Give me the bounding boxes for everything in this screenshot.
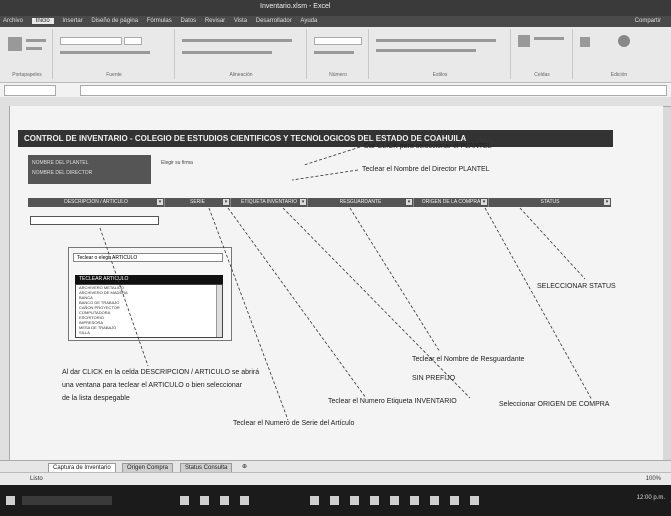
formula-input[interactable] [80, 85, 667, 96]
tab-archivo[interactable]: Archivo [3, 18, 23, 24]
taskbar-app-icon[interactable] [240, 496, 249, 505]
article-list-header: TECLEAR ARTICULO [75, 275, 223, 284]
status-bar: Listo 100% [0, 472, 671, 486]
title-bar: Inventario.xlsm - Excel [0, 0, 671, 16]
taskbar-app-icon[interactable] [180, 496, 189, 505]
taskbar-app-icon[interactable] [370, 496, 379, 505]
annotation-serie: Teclear el Numero de Serie del Artículo [233, 420, 355, 427]
tab-insertar[interactable]: Insertar [62, 18, 82, 24]
taskbar-app-icon[interactable] [470, 496, 479, 505]
insert-cells-icon[interactable] [518, 35, 530, 47]
zoom-level[interactable]: 100% [646, 476, 661, 482]
tab-revisar[interactable]: Revisar [205, 18, 225, 24]
font-name-select[interactable] [60, 37, 122, 45]
header-serie[interactable]: SERIE ▾ [165, 198, 231, 207]
formula-bar [0, 83, 671, 98]
annotation-director: Teclear el Nombre del Director PLANTEL [362, 166, 490, 173]
list-scrollbar[interactable] [216, 285, 222, 337]
annotation-etiqueta: Teclear el Numero Etiqueta INVENTARIO [328, 398, 457, 405]
taskbar-app-icon[interactable] [200, 496, 209, 505]
font-size-select[interactable] [124, 37, 142, 45]
group-numero: Número [308, 29, 369, 79]
tab-desarrollador[interactable]: Desarrollador [256, 18, 292, 24]
annotation-status: SELECCIONAR STATUS [537, 283, 616, 290]
filter-dropdown-icon[interactable]: ▾ [406, 199, 412, 205]
share-button[interactable]: Compartir [635, 18, 661, 24]
taskbar-app-icon[interactable] [430, 496, 439, 505]
annotation-descripcion-3: de la lista despegable [62, 395, 130, 402]
tab-vista[interactable]: Vista [234, 18, 247, 24]
tab-diseno[interactable]: Diseño de página [91, 18, 138, 24]
taskbar-app-icon[interactable] [350, 496, 359, 505]
filter-dropdown-icon[interactable]: ▾ [300, 199, 306, 205]
window-title: Inventario.xlsm - Excel [260, 3, 331, 10]
plantel-select-cell[interactable]: NOMBRE DEL PLANTEL NOMBRE DEL DIRECTOR [28, 155, 151, 184]
tab-ayuda[interactable]: Ayuda [300, 18, 317, 24]
taskbar: 12:00 p.m. [0, 485, 671, 516]
director-cell[interactable]: Elegir su firma [161, 160, 193, 166]
header-etiqueta[interactable]: ETIQUETA INVENTARIO ▾ [231, 198, 308, 207]
filter-dropdown-icon[interactable]: ▾ [223, 199, 229, 205]
filter-dropdown-icon[interactable]: ▾ [481, 199, 487, 205]
annotation-origen: Seleccionar ORIGEN DE COMPRA [499, 401, 610, 408]
taskbar-app-icon[interactable] [310, 496, 319, 505]
add-sheet-icon[interactable]: ⊕ [238, 463, 252, 471]
annotation-resguardante: Teclear el Nombre de Resguardante [412, 356, 525, 363]
find-icon[interactable] [618, 35, 630, 47]
ribbon-tabs: Archivo Inicio Insertar Diseño de página… [0, 16, 671, 27]
paste-icon[interactable] [8, 37, 22, 51]
article-popup-window: Teclear o elegir ARTICULO TECLEAR ARTICU… [68, 247, 232, 341]
taskbar-app-icon[interactable] [390, 496, 399, 505]
descripcion-input-cell[interactable] [30, 216, 159, 225]
filter-dropdown-icon[interactable]: ▾ [157, 199, 163, 205]
annotation-descripcion-2: una ventana para teclear el ARTICULO o b… [62, 382, 243, 389]
sheet-banner: CONTROL DE INVENTARIO - COLEGIO DE ESTUD… [18, 130, 613, 147]
header-origen-compra[interactable]: ORIGEN DE LA COMPRA ▾ [414, 198, 489, 207]
taskbar-app-icon[interactable] [220, 496, 229, 505]
taskbar-clock: 12:00 p.m. [636, 495, 665, 501]
table-header-row: DESCRIPCION / ARTICULO ▾ SERIE ▾ ETIQUETA … [28, 198, 611, 207]
list-item[interactable]: SILLA [76, 330, 222, 335]
plantel-label: NOMBRE DEL PLANTEL [32, 160, 89, 166]
group-portapapeles: Portapapeles [2, 29, 53, 79]
annotation-plantel: Dar CLICK para seleccionar el PLANTEL [364, 143, 492, 150]
article-dropdown-list[interactable]: ARCHIVERO METALICO ARCHIVERO DE MADERA B… [75, 284, 223, 338]
header-descripcion[interactable]: DESCRIPCION / ARTICULO ▾ [28, 198, 165, 207]
row-headers [0, 106, 9, 460]
start-icon[interactable] [6, 496, 15, 505]
status-text: Listo [30, 476, 43, 482]
taskbar-app-icon[interactable] [450, 496, 459, 505]
tab-inicio[interactable]: Inicio [31, 18, 54, 24]
group-alineacion: Alineación [176, 29, 307, 79]
ribbon: Portapapeles Fuente Alineación Número Es… [0, 27, 671, 83]
header-status[interactable]: STATUS ▾ [489, 198, 611, 207]
director-label: NOMBRE DEL DIRECTOR [32, 170, 93, 176]
article-combo-input[interactable]: Teclear o elegir ARTICULO [73, 253, 223, 262]
autosum-icon[interactable] [580, 37, 590, 47]
tab-formulas[interactable]: Fórmulas [147, 18, 172, 24]
group-estilos: Estilos [370, 29, 511, 79]
number-format-select[interactable] [314, 37, 362, 45]
annotation-sin-prefijo: SIN PREFIJO [412, 375, 456, 382]
taskbar-search[interactable] [22, 496, 112, 505]
name-box[interactable] [4, 85, 56, 96]
group-edicion: Edición [574, 29, 664, 79]
header-resguardante[interactable]: RESGUARDANTE ▾ [308, 198, 414, 207]
group-celdas: Celdas [512, 29, 573, 79]
annotation-descripcion-1: Al dar CLICK en la celda DESCRIPCION / A… [62, 369, 260, 376]
taskbar-app-icon[interactable] [330, 496, 339, 505]
filter-dropdown-icon[interactable]: ▾ [604, 199, 610, 205]
taskbar-app-icon[interactable] [410, 496, 419, 505]
group-fuente: Fuente [54, 29, 175, 79]
tab-datos[interactable]: Datos [180, 18, 196, 24]
